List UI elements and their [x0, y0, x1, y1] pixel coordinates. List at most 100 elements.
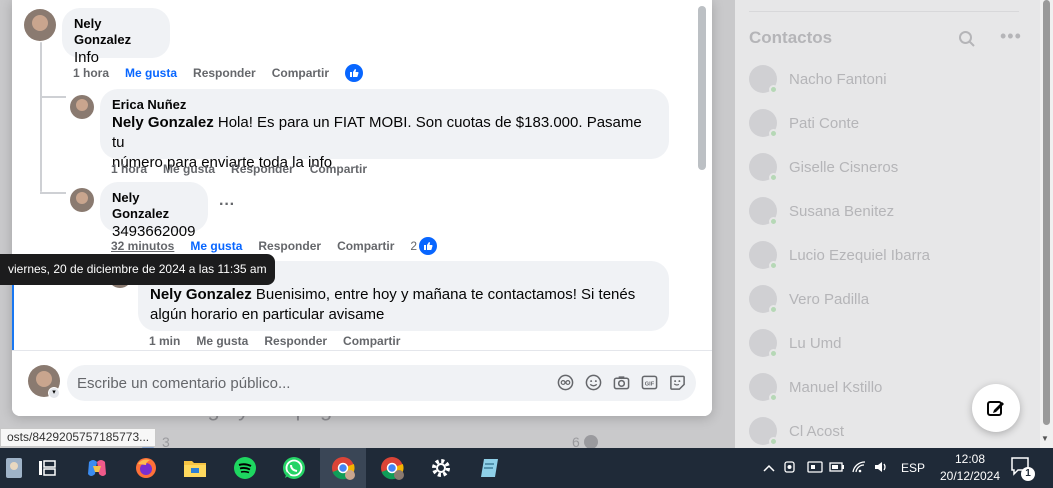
like-button[interactable]: Me gusta: [190, 239, 242, 253]
reply-button[interactable]: Responder: [193, 66, 256, 80]
comment-author[interactable]: Nely Gonzalez: [74, 16, 158, 48]
comment-bubble: Nely Gonzalez 3493662009: [100, 182, 208, 240]
avatar[interactable]: [24, 9, 56, 41]
language-indicator[interactable]: ESP: [901, 461, 925, 475]
avatar-sticker-icon[interactable]: [556, 373, 574, 391]
avatar[interactable]: [70, 95, 94, 119]
avatar[interactable]: [70, 188, 94, 212]
chevron-up-icon[interactable]: [761, 461, 777, 475]
share-button[interactable]: Compartir: [337, 239, 394, 253]
like-button[interactable]: Me gusta: [125, 66, 177, 80]
avatar: [749, 373, 778, 402]
contact-item[interactable]: Susana Benitez: [749, 193, 894, 229]
contact-item[interactable]: Vero Padilla: [749, 281, 869, 317]
mention-link[interactable]: Nely Gonzalez: [112, 114, 214, 131]
scroll-down-arrow-icon[interactable]: ▼: [1041, 434, 1049, 443]
clock-time: 12:08: [954, 452, 986, 466]
more-options-icon[interactable]: •••: [1000, 26, 1022, 47]
contact-item[interactable]: Nacho Fantoni: [749, 61, 887, 97]
like-button[interactable]: Me gusta: [163, 162, 215, 176]
comment-author[interactable]: Nely Gonzalez: [112, 190, 196, 222]
like-button[interactable]: Me gusta: [196, 334, 248, 348]
battery-icon[interactable]: [829, 461, 851, 476]
comment-author[interactable]: Erica Nuñez: [112, 97, 657, 113]
settings-gear-icon[interactable]: [427, 454, 455, 482]
file-explorer-icon[interactable]: [181, 454, 209, 482]
compose-icon: [987, 401, 1004, 416]
avatar: [749, 285, 778, 314]
notification-center-icon[interactable]: 1: [1010, 456, 1035, 481]
comment-icon: [583, 435, 598, 449]
search-icon[interactable]: [958, 30, 976, 48]
comment-bubble: Nely Gonzalez Info: [62, 8, 170, 66]
comment-input-box[interactable]: GIF: [67, 365, 696, 401]
online-indicator: [769, 129, 778, 138]
comment-time[interactable]: 1 min: [149, 334, 180, 348]
comment-time[interactable]: 1 hora: [111, 162, 147, 176]
like-reaction-icon[interactable]: [345, 64, 364, 82]
avatar: [749, 197, 778, 226]
comment-input[interactable]: [77, 365, 547, 401]
chrome-profile-icon[interactable]: [378, 454, 406, 482]
user-app-icon[interactable]: [0, 454, 28, 482]
comment-actions: 1 hora Me gusta Responder Compartir: [73, 64, 364, 82]
link-status-url: osts/8429205757185773...: [0, 428, 157, 447]
share-button[interactable]: Compartir: [343, 334, 400, 348]
new-message-button[interactable]: [972, 384, 1020, 432]
dialog-scrollbar[interactable]: [698, 6, 706, 170]
sticker-icon[interactable]: [668, 373, 686, 391]
chrome-icon[interactable]: [329, 454, 357, 482]
avatar: [749, 329, 778, 358]
spotify-icon[interactable]: [231, 454, 259, 482]
notepad-icon[interactable]: [476, 454, 504, 482]
avatar: [749, 65, 778, 94]
copilot-icon[interactable]: [83, 454, 111, 482]
contacts-title: Contactos: [749, 28, 833, 47]
like-reaction-icon: [419, 237, 438, 255]
contact-item[interactable]: Giselle Cisneros: [749, 149, 898, 185]
avatar: [749, 241, 778, 270]
page-scrollbar-thumb[interactable]: [1043, 0, 1050, 425]
system-tray: ESP: [761, 448, 925, 488]
avatar: [749, 109, 778, 138]
contact-item[interactable]: Cl Acost: [749, 413, 844, 449]
comment-text: Nely Gonzalez Hola! Es para un FIAT MOBI…: [112, 114, 642, 151]
comment-time[interactable]: 32 minutos: [111, 239, 174, 253]
webcam-icon[interactable]: [783, 460, 807, 477]
contact-item[interactable]: Lu Umd: [749, 325, 842, 361]
comment-composer: ▾ GIF: [12, 350, 712, 416]
camera-icon[interactable]: [612, 373, 630, 391]
reply-button[interactable]: Responder: [264, 334, 327, 348]
online-indicator: [769, 217, 778, 226]
emoji-icon[interactable]: [584, 373, 602, 391]
comment-bubble: Erica Nuñez Nely Gonzalez Hola! Es para …: [100, 89, 669, 171]
chevron-down-icon[interactable]: ▾: [48, 387, 60, 399]
comments-list[interactable]: Nely Gonzalez Info 1 hora Me gusta Respo…: [12, 0, 712, 350]
firefox-icon[interactable]: [132, 454, 160, 482]
mention-link[interactable]: Nely Gonzalez: [150, 286, 252, 303]
contact-item[interactable]: Manuel Kstillo: [749, 369, 882, 405]
more-options-icon[interactable]: ···: [219, 196, 235, 214]
share-button[interactable]: Compartir: [272, 66, 329, 80]
whatsapp-icon[interactable]: [280, 454, 308, 482]
volume-icon[interactable]: [873, 460, 895, 477]
app-status-icon[interactable]: [807, 460, 829, 477]
share-button[interactable]: Compartir: [310, 162, 367, 176]
svg-text:GIF: GIF: [644, 381, 654, 387]
reply-button[interactable]: Responder: [231, 162, 294, 176]
comment-actions: 32 minutos Me gusta Responder Compartir …: [111, 237, 438, 255]
contact-item[interactable]: Pati Conte: [749, 105, 859, 141]
taskbar-clock[interactable]: 12:08 20/12/2024: [935, 451, 1005, 485]
comment-actions: 1 min Me gusta Responder Compartir: [149, 334, 400, 348]
post-dialog: Nely Gonzalez Info 1 hora Me gusta Respo…: [12, 0, 712, 416]
comment-time[interactable]: 1 hora: [73, 66, 109, 80]
reply-button[interactable]: Responder: [258, 239, 321, 253]
online-indicator: [769, 437, 778, 446]
gif-icon[interactable]: GIF: [640, 373, 658, 391]
task-view-icon[interactable]: [33, 454, 61, 482]
avatar: [749, 153, 778, 182]
contact-item[interactable]: Lucio Ezequiel Ibarra: [749, 237, 930, 273]
reaction-count[interactable]: 2: [410, 237, 438, 255]
thread-line: [40, 42, 42, 192]
wifi-icon[interactable]: [851, 460, 873, 477]
